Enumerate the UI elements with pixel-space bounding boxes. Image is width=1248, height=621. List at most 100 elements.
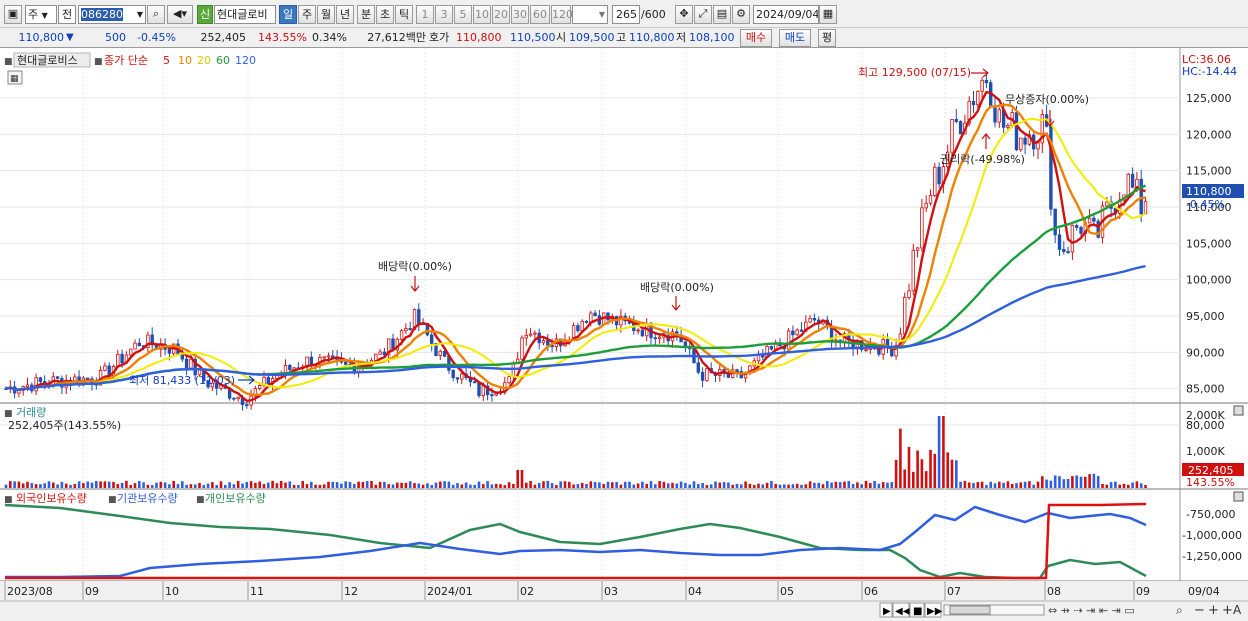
- interval-custom-select[interactable]: ▼: [572, 5, 608, 24]
- volume-bar: [9, 481, 12, 488]
- volume-bar: [512, 483, 515, 488]
- count-input[interactable]: 265: [612, 5, 640, 24]
- volume-bar: [834, 481, 838, 488]
- play-icon: ▶: [883, 606, 891, 617]
- legend-close-label: 종가 단순: [104, 54, 148, 67]
- volume-bar: [202, 485, 206, 488]
- text-tool-icon[interactable]: +: [1222, 603, 1233, 618]
- period-week-button[interactable]: 주: [298, 5, 316, 24]
- interval-5-button[interactable]: 5: [454, 5, 472, 24]
- date-input[interactable]: 2024/09/04: [753, 5, 819, 24]
- interval-20-button[interactable]: 20: [492, 5, 510, 24]
- volume-bar: [1088, 474, 1091, 488]
- candle-body: [378, 351, 382, 355]
- interval-30-button[interactable]: 30: [511, 5, 529, 24]
- sell-button[interactable]: 매도: [779, 29, 811, 47]
- candle-body: [120, 353, 124, 364]
- volume-bar: [1114, 481, 1117, 488]
- volume-close-icon[interactable]: [1233, 405, 1244, 416]
- mode-select[interactable]: 전: [58, 5, 76, 24]
- legend-ma-5: 5: [163, 54, 170, 67]
- market-select[interactable]: 주 ▼: [25, 5, 57, 24]
- volume-bar: [56, 484, 59, 488]
- x-axis-label: 12: [344, 585, 358, 598]
- zoom-out-icon[interactable]: −: [1194, 603, 1205, 618]
- candle-body: [507, 376, 511, 384]
- volume-bar: [150, 485, 154, 488]
- volume-bar: [451, 484, 455, 488]
- candle-body: [1014, 112, 1019, 151]
- zoom-search-icon[interactable]: ⌕: [1176, 603, 1183, 617]
- volume-bar: [473, 484, 476, 488]
- eval-button[interactable]: 평: [818, 29, 836, 47]
- candle-body: [546, 340, 550, 346]
- annotation-rights: 권리락(-49.98%): [940, 153, 1025, 166]
- crosshair-icon[interactable]: ✥: [675, 5, 693, 24]
- period-year-button[interactable]: 년: [336, 5, 354, 24]
- candle-body: [477, 381, 481, 397]
- code-input[interactable]: 086280 ▼: [78, 5, 146, 24]
- period-tick-button[interactable]: 틱: [395, 5, 413, 24]
- volume-bar: [692, 481, 696, 488]
- volume-bar: [735, 483, 739, 488]
- buy-button[interactable]: 매수: [740, 29, 772, 47]
- holdings-close-icon[interactable]: [1233, 491, 1244, 502]
- low-label: 저: [676, 31, 687, 44]
- volume-bar: [430, 485, 433, 488]
- volume-bar: [568, 481, 571, 488]
- interval-3-button[interactable]: 3: [435, 5, 453, 24]
- volume-bar: [671, 482, 674, 488]
- period-second-button[interactable]: 초: [376, 5, 394, 24]
- font-icon[interactable]: A: [1233, 603, 1242, 617]
- price-tick-label: 90,000: [1186, 346, 1225, 359]
- candle-body: [928, 195, 933, 204]
- volume-bar: [899, 428, 902, 488]
- speaker-icon[interactable]: ◀▾: [167, 5, 193, 24]
- volume-bar: [894, 460, 898, 488]
- interval-1-button[interactable]: 1: [416, 5, 434, 24]
- zoom-in-icon[interactable]: +: [1208, 603, 1219, 618]
- volume-bar: [727, 482, 730, 488]
- volume-bar: [365, 481, 369, 488]
- period-minute-button[interactable]: 분: [357, 5, 375, 24]
- volume-bar: [946, 452, 949, 488]
- volume-bar: [464, 482, 468, 488]
- volume-bar: [705, 485, 709, 488]
- candle-body: [533, 332, 537, 335]
- stock-name-field[interactable]: 현대글로비: [214, 5, 276, 24]
- volume-bar: [701, 483, 704, 488]
- candle-body: [971, 100, 976, 106]
- stock-chart[interactable]: 125,000120,000115,000110,000105,000100,0…: [0, 48, 1248, 621]
- period-month-button[interactable]: 월: [317, 5, 335, 24]
- candle-body: [920, 207, 924, 249]
- hc-label: HC:-14.44: [1182, 65, 1237, 78]
- volume-bar: [236, 480, 240, 488]
- price-tick-label: 115,000: [1186, 165, 1232, 178]
- volume-bar: [959, 481, 962, 488]
- candle-body: [266, 376, 270, 385]
- x-axis-label: 05: [780, 585, 794, 598]
- save-icon[interactable]: ▤: [713, 5, 731, 24]
- search-icon[interactable]: ⌕: [147, 5, 165, 24]
- annotation-bonus-issue: 무상증자(0.00%): [1005, 93, 1089, 106]
- interval-60-button[interactable]: 60: [530, 5, 550, 24]
- draw-tool-icon[interactable]: ⤢: [694, 5, 712, 24]
- rewind-icon: ◀◀: [895, 606, 911, 617]
- current-price-tag-text: 110,800: [1186, 185, 1232, 198]
- volume-bar: [658, 481, 661, 488]
- volume-bar: [697, 484, 700, 488]
- interval-120-button[interactable]: 120: [551, 5, 573, 24]
- calendar-icon[interactable]: ▦: [819, 5, 837, 24]
- volume-bar: [748, 483, 752, 488]
- layout-icon[interactable]: ▣: [4, 5, 22, 24]
- zoom-tools-icon[interactable]: ⇔ ⇸ ⇢ ⇥ ⇤ ⇥ ▭: [1048, 604, 1135, 617]
- volume-bar: [456, 483, 459, 488]
- scroll-thumb[interactable]: [949, 605, 991, 615]
- settings-icon[interactable]: ⚙: [732, 5, 750, 24]
- x-axis-label: 09: [85, 585, 99, 598]
- period-day-button[interactable]: 일: [279, 5, 297, 24]
- volume-title: 거래량: [16, 406, 46, 419]
- volume-bar: [310, 481, 313, 488]
- volume-bar: [563, 481, 567, 488]
- interval-10-button[interactable]: 10: [473, 5, 491, 24]
